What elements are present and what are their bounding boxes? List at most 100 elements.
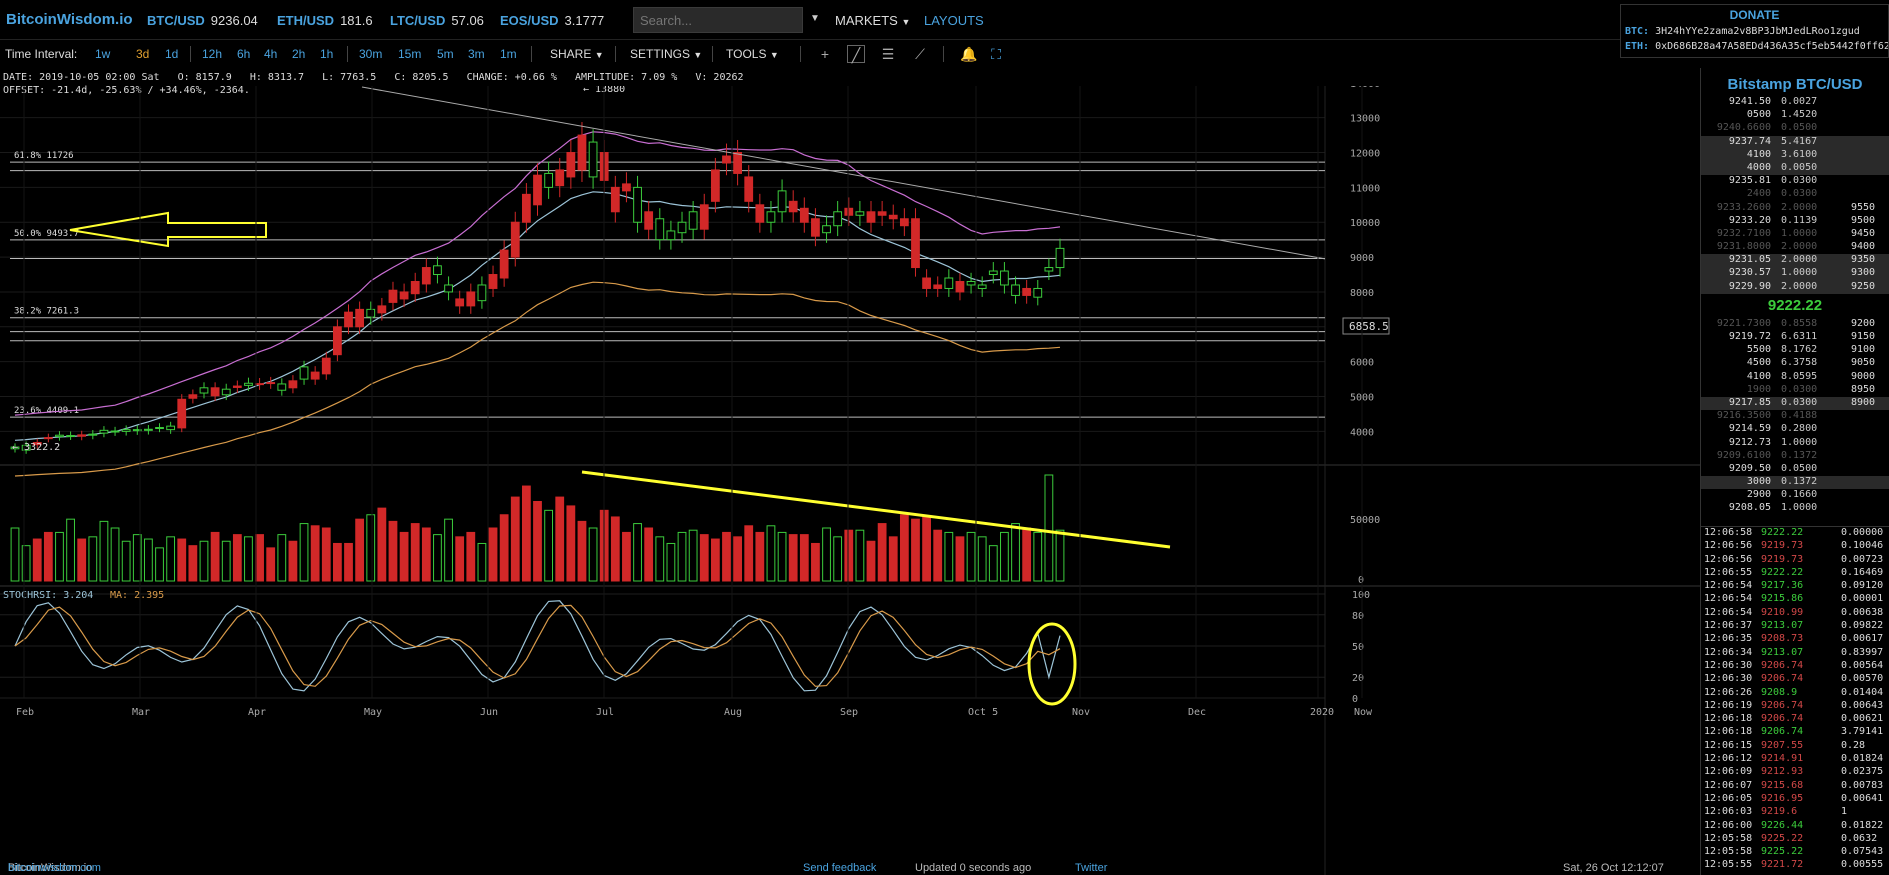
interval-1h[interactable]: 1h	[320, 47, 333, 61]
interval-1m[interactable]: 1m	[500, 47, 517, 61]
divider	[800, 46, 801, 62]
trendline-icon[interactable]: ╱	[847, 45, 865, 63]
interval-1w[interactable]: 1w	[95, 47, 110, 61]
ask-row[interactable]: 9240.6600 0.0500	[1701, 122, 1889, 135]
bid-row[interactable]: 9219.72 6.6311 9150	[1701, 331, 1889, 344]
ask-row[interactable]: 9233.20 0.1139 9500	[1701, 215, 1889, 228]
trade-row: 12:06:30 9206.74 0.00564	[1701, 660, 1889, 673]
candle-down	[555, 169, 565, 187]
order-price: 2900	[1746, 489, 1771, 501]
ask-row[interactable]: 2400 0.0300	[1701, 188, 1889, 201]
ask-row[interactable]: 0500 1.4520	[1701, 109, 1889, 122]
interval-12h[interactable]: 12h	[202, 47, 222, 61]
markets-menu[interactable]: MARKETS ▼	[835, 13, 910, 28]
bid-row[interactable]: 2900 0.1660	[1701, 489, 1889, 502]
ticker-btc[interactable]: BTC/USD 9236.04	[147, 13, 258, 28]
bid-row[interactable]: 9217.85 0.0300 8900	[1701, 396, 1889, 411]
price-chart[interactable]: 4000500060007000800090001000011000120001…	[0, 86, 1700, 875]
volume-bar-down	[733, 536, 742, 582]
horizontal-lines-icon[interactable]: ☰	[879, 45, 897, 63]
ticker-eos[interactable]: EOS/USD 3.1777	[500, 13, 604, 28]
tools-menu[interactable]: TOOLS ▼	[726, 47, 779, 61]
trade-row: 12:06:26 9208.9 0.01404	[1701, 687, 1889, 700]
interval-4h[interactable]: 4h	[264, 47, 277, 61]
ask-row[interactable]: 9241.50 0.0027	[1701, 96, 1889, 109]
interval-5m[interactable]: 5m	[437, 47, 454, 61]
bid-row[interactable]: 4100 8.0595 9000	[1701, 371, 1889, 384]
search-input[interactable]	[633, 7, 803, 33]
order-amount: 0.0050	[1781, 161, 1818, 173]
fibonacci-icon[interactable]: ⟋	[911, 45, 929, 63]
ask-row[interactable]: 9233.2600 2.0000 9550	[1701, 202, 1889, 215]
volume-bar-up	[777, 531, 787, 582]
candle-down	[266, 382, 276, 385]
ask-row[interactable]: 9229.90 2.0000 9250	[1701, 280, 1889, 294]
volume-bar-down	[43, 531, 53, 582]
twitter-link[interactable]: Twitter	[1075, 862, 1107, 874]
settings-menu[interactable]: SETTINGS ▼	[630, 47, 702, 61]
trade-amount: 0.00570	[1841, 673, 1884, 685]
trade-amount: 0.02375	[1841, 766, 1884, 778]
bid-row[interactable]: 9214.59 0.2800	[1701, 423, 1889, 436]
bid-row[interactable]: 5500 8.1762 9100	[1701, 344, 1889, 357]
interval-6h[interactable]: 6h	[237, 47, 250, 61]
volume-bar-down	[610, 516, 620, 582]
bid-row[interactable]: 9216.3500 0.4188	[1701, 410, 1889, 423]
donate-btc-row[interactable]: BTC: 3H24hYYe2zama2v8BP3JbMJedLRoo1zgud	[1625, 26, 1888, 37]
ticker-ltc[interactable]: LTC/USD 57.06	[390, 13, 484, 28]
bid-row[interactable]: 9209.50 0.0500	[1701, 463, 1889, 476]
interval-1d[interactable]: 1d	[165, 47, 178, 61]
bid-row[interactable]: 4500 6.3758 9050	[1701, 357, 1889, 370]
time-interval-label: Time Interval:	[5, 47, 78, 61]
trade-row: 12:06:18 9206.74 0.00621	[1701, 713, 1889, 726]
candle-up	[777, 190, 787, 213]
order-price: 9235.81	[1728, 175, 1771, 187]
ask-row[interactable]: 9232.7100 1.0000 9450	[1701, 228, 1889, 241]
bid-row[interactable]: 9208.05 1.0000	[1701, 502, 1889, 515]
trade-time: 12:06:00	[1704, 819, 1753, 831]
interval-2h[interactable]: 2h	[292, 47, 305, 61]
site-logo[interactable]: BitcoinWisdom.io	[6, 11, 133, 28]
bid-row[interactable]: 9221.7300 0.8558 9200	[1701, 318, 1889, 331]
layouts-link[interactable]: LAYOUTS	[924, 13, 984, 28]
candle-down	[333, 326, 342, 356]
donate-btc-label: BTC:	[1625, 26, 1650, 37]
candle-up	[88, 433, 98, 436]
share-menu[interactable]: SHARE ▼	[550, 47, 604, 61]
ticker-eth[interactable]: ETH/USD 181.6	[277, 13, 373, 28]
interval-3d[interactable]: 3d	[136, 47, 149, 61]
ask-row[interactable]: 9235.81 0.0300	[1701, 175, 1889, 188]
chevron-down-icon[interactable]: ▼	[810, 13, 820, 24]
interval-15m[interactable]: 15m	[398, 47, 421, 61]
ask-row[interactable]: 9231.05 2.0000 9350	[1701, 254, 1889, 268]
order-price: 4100	[1746, 370, 1771, 382]
candle-down	[77, 434, 87, 437]
bid-row[interactable]: 9212.73 1.0000	[1701, 437, 1889, 450]
trade-row: 12:06:00 9226.44 0.01822	[1701, 820, 1889, 833]
trade-amount: 0.00641	[1841, 792, 1884, 804]
crosshair-icon[interactable]: +	[816, 45, 834, 63]
trade-amount: 0.00001	[1841, 593, 1884, 605]
ask-row[interactable]: 4100 3.6100	[1701, 148, 1889, 162]
depth-level: 8900	[1851, 396, 1876, 408]
bid-row[interactable]: 1900 0.0300 8950	[1701, 384, 1889, 397]
ask-row[interactable]: 4000 0.0050	[1701, 161, 1889, 176]
interval-30m[interactable]: 30m	[359, 47, 382, 61]
bid-row[interactable]: 9209.6100 0.1372	[1701, 450, 1889, 463]
candle-up	[1011, 284, 1020, 296]
trade-time: 12:06:35	[1704, 633, 1753, 645]
depth-level: 9300	[1851, 267, 1876, 279]
ticker-symbol: LTC/USD	[390, 13, 446, 28]
bid-row[interactable]: 3000 0.1372	[1701, 476, 1889, 490]
source-link[interactable]: bitcoinwisdom.com	[8, 862, 101, 874]
candle-up	[544, 172, 554, 188]
feedback-link[interactable]: Send feedback	[803, 862, 876, 874]
volume-bar-down	[210, 531, 220, 582]
ask-row[interactable]: 9230.57 1.0000 9300	[1701, 267, 1889, 281]
volume-bar-up	[666, 542, 676, 582]
fullscreen-icon[interactable]: ⛶	[987, 45, 1005, 63]
interval-3m[interactable]: 3m	[468, 47, 485, 61]
bell-icon[interactable]: 🔔	[960, 45, 978, 63]
ask-row[interactable]: 9237.74 5.4167	[1701, 135, 1889, 149]
ask-row[interactable]: 9231.8000 2.0000 9400	[1701, 241, 1889, 254]
